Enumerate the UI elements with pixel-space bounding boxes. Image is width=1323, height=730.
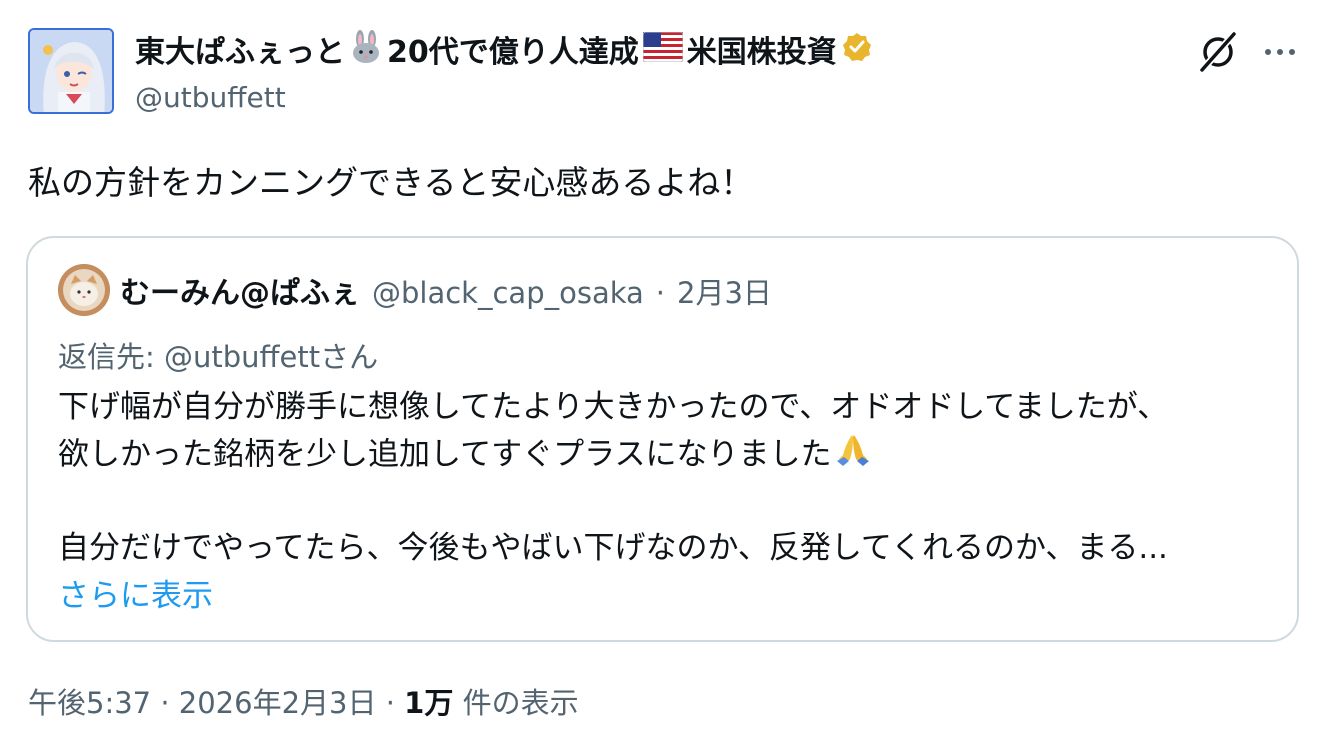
quoted-author-avatar[interactable] [58, 264, 110, 316]
quoted-tweet-line: 下げ幅が自分が勝手に想像してたより大きかったので、オドオドしてましたが、 [58, 389, 1169, 425]
meta-separator: · [160, 686, 170, 720]
avatar-image [58, 264, 110, 316]
tweet-time[interactable]: 午後5:37 [28, 686, 151, 720]
quoted-tweet-header: むーみん@ぱふぇ @black_cap_osaka · 2月3日 [120, 268, 772, 312]
avatar-image [30, 30, 112, 112]
rabbit-emoji-icon [349, 30, 383, 76]
tweet-date[interactable]: 2026年2月3日 [179, 686, 377, 720]
meta-separator: · [655, 276, 665, 310]
author-name[interactable]: 東大ぱふぇっと 20代で億り人達成 米国株投資 [135, 30, 873, 76]
tweet-meta: 午後5:37 · 2026年2月3日 · 1万 件の表示 [28, 680, 579, 722]
reply-prefix: 返信先: [58, 340, 164, 374]
reply-to-user[interactable]: @utbuffettさん [164, 340, 378, 374]
reply-to-line: 返信先: @utbuffettさん [58, 334, 378, 376]
quoted-tweet-line [58, 478, 1168, 525]
quoted-tweet-body: 下げ幅が自分が勝手に想像してたより大きかったので、オドオドしてましたが、 欲しか… [58, 384, 1168, 572]
author-handle[interactable]: @utbuffett [135, 80, 286, 116]
author-avatar[interactable] [28, 28, 114, 114]
meta-separator: · [385, 686, 395, 720]
quoted-tweet-line: 自分だけでやってたら、今後もやばい下げなのか、反発してくれるのか、まる... [58, 530, 1168, 566]
grok-button[interactable] [1196, 30, 1240, 74]
verified-badge-icon [841, 31, 873, 75]
folded-hands-icon [835, 431, 871, 481]
show-more-link[interactable]: さらに表示 [58, 570, 213, 615]
quoted-author-name[interactable]: むーみん@ぱふぇ [120, 268, 360, 312]
grok-icon [1199, 31, 1237, 73]
tweet-text: 私の方針をカンニングできると安心感あるよね！ [28, 163, 754, 202]
more-button[interactable] [1258, 30, 1302, 74]
author-name-part1: 東大ぱふぇっと [135, 35, 345, 70]
quoted-tweet-line-text: 欲しかった銘柄を少し追加してすぐプラスになりました [58, 436, 832, 473]
author-name-part2: 20代で億り人達成 [387, 35, 639, 70]
us-flag-icon [642, 31, 684, 74]
quoted-tweet-date[interactable]: 2月3日 [677, 270, 772, 312]
quoted-tweet-line: 欲しかった銘柄を少し追加してすぐプラスになりました [58, 431, 1168, 478]
quoted-author-handle[interactable]: @black_cap_osaka [372, 276, 644, 310]
more-icon [1265, 49, 1295, 55]
author-name-part3: 米国株投資 [686, 35, 837, 70]
views-label: 件の表示 [462, 686, 579, 720]
views-count: 1万 [404, 686, 454, 720]
quoted-tweet-card[interactable]: むーみん@ぱふぇ @black_cap_osaka · 2月3日 返信先: @u… [26, 236, 1299, 642]
